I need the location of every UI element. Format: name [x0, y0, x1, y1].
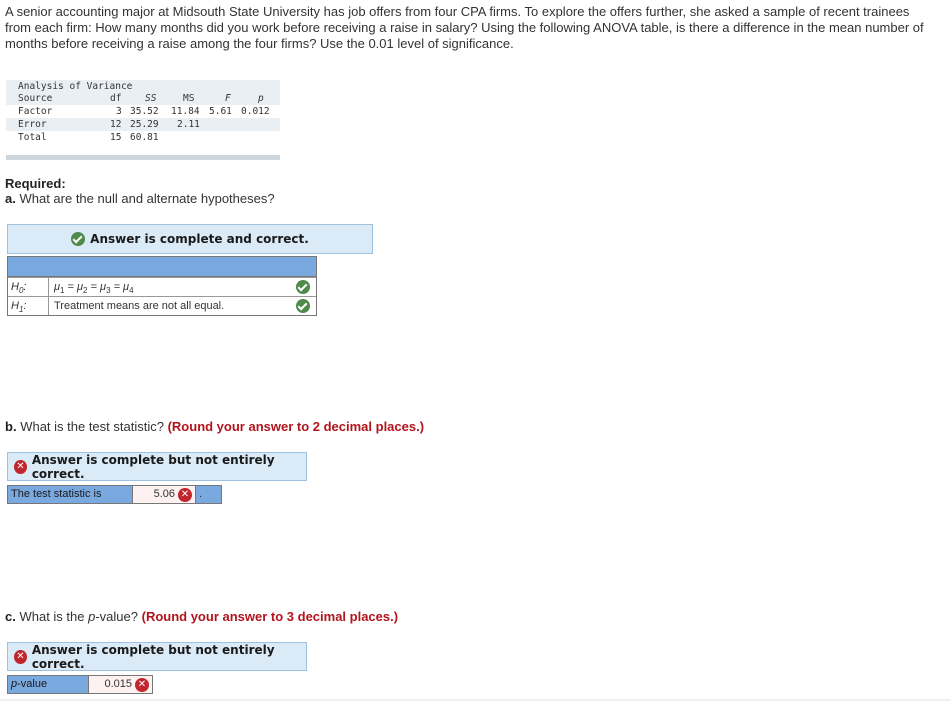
- required-label: Required:: [5, 176, 66, 191]
- anova-header-row: Source df SS MS F p: [6, 92, 280, 105]
- header-p: p: [258, 93, 264, 104]
- p-value-label: p-value: [8, 676, 89, 693]
- cell-ss: 35.52: [130, 106, 159, 117]
- cell-ss: 25.29: [130, 119, 159, 130]
- cell-ms: 2.11: [177, 119, 200, 130]
- answer-banner-a: Answer is complete and correct.: [7, 224, 373, 254]
- check-circle-icon: [71, 232, 86, 246]
- question-b-instruction: (Round your answer to 2 decimal places.): [167, 419, 425, 434]
- header-ss: SS: [145, 93, 157, 104]
- bottom-divider: [0, 699, 951, 701]
- cell-df: 15: [110, 132, 122, 143]
- anova-row-factor: Factor 3 35.52 11.84 5.61 0.012: [6, 105, 280, 118]
- cell-df: 3: [116, 106, 122, 117]
- anova-table: Analysis of Variance Source df SS MS F p…: [6, 80, 280, 160]
- p-value-input[interactable]: 0.015 ✕: [89, 676, 152, 693]
- p-value-value: 0.015: [104, 678, 132, 690]
- question-a-letter: a.: [5, 191, 16, 206]
- h0-value[interactable]: μ1 = μ2 = μ3 = μ4: [49, 278, 316, 296]
- cell-source: Total: [18, 132, 47, 143]
- cell-source: Factor: [18, 106, 53, 117]
- hypothesis-row-null: H0: μ1 = μ2 = μ3 = μ4: [8, 277, 316, 296]
- anova-row-total: Total 15 60.81: [6, 131, 280, 144]
- answer-banner-b-text: Answer is complete but not entirely corr…: [31, 452, 275, 481]
- question-c-letter: c.: [5, 609, 16, 624]
- x-circle-icon: ✕: [135, 677, 149, 692]
- question-b-text: What is the test statistic?: [20, 419, 164, 434]
- cell-df: 12: [110, 119, 122, 130]
- hypothesis-row-alternate: H1: Treatment means are not all equal.: [8, 296, 316, 315]
- test-statistic-tail: .: [196, 486, 221, 503]
- cell-source: Error: [18, 119, 47, 130]
- question-a-text: What are the null and alternate hypothes…: [19, 191, 275, 206]
- h0-label: H0:: [8, 278, 49, 296]
- anova-spacer: [6, 144, 280, 155]
- question-a: a. What are the null and alternate hypot…: [5, 191, 275, 206]
- cell-ss: 60.81: [130, 132, 159, 143]
- answer-banner-b: ✕ Answer is complete but not entirely co…: [7, 452, 307, 481]
- x-circle-icon: ✕: [14, 459, 27, 474]
- check-circle-icon: [296, 299, 310, 313]
- cell-ms: 11.84: [171, 106, 200, 117]
- test-statistic-input[interactable]: 5.06 ✕: [133, 486, 196, 503]
- header-ms: MS: [183, 93, 195, 104]
- check-circle-icon: [296, 280, 310, 294]
- cell-p: 0.012: [241, 106, 270, 117]
- x-circle-icon: ✕: [14, 649, 27, 664]
- header-source: Source: [18, 93, 53, 104]
- answer-banner-c: ✕ Answer is complete but not entirely co…: [7, 642, 307, 671]
- p-value-row: p-value 0.015 ✕: [7, 675, 153, 694]
- test-statistic-value: 5.06: [153, 488, 175, 500]
- question-b: b. What is the test statistic? (Round yo…: [5, 419, 424, 434]
- hypotheses-table: H0: μ1 = μ2 = μ3 = μ4 H1: Treatment mean…: [7, 256, 317, 316]
- test-statistic-label: The test statistic is: [8, 486, 133, 503]
- header-f: F: [225, 93, 231, 104]
- test-statistic-row: The test statistic is 5.06 ✕ .: [7, 485, 222, 504]
- answer-banner-a-text: Answer is complete and correct.: [90, 232, 309, 246]
- header-df: df: [110, 93, 122, 104]
- cell-f: 5.61: [209, 106, 232, 117]
- hypotheses-header: [8, 257, 316, 277]
- x-circle-icon: ✕: [178, 487, 192, 502]
- question-c: c. What is the p-value? (Round your answ…: [5, 609, 399, 624]
- answer-banner-c-text: Answer is complete but not entirely corr…: [31, 642, 275, 671]
- problem-statement: A senior accounting major at Midsouth St…: [5, 4, 924, 51]
- question-c-instruction: (Round your answer to 3 decimal places.): [141, 609, 399, 624]
- anova-row-error: Error 12 25.29 2.11: [6, 118, 280, 131]
- question-b-letter: b.: [5, 419, 17, 434]
- h1-label: H1:: [8, 297, 49, 315]
- h1-value[interactable]: Treatment means are not all equal.: [49, 297, 316, 315]
